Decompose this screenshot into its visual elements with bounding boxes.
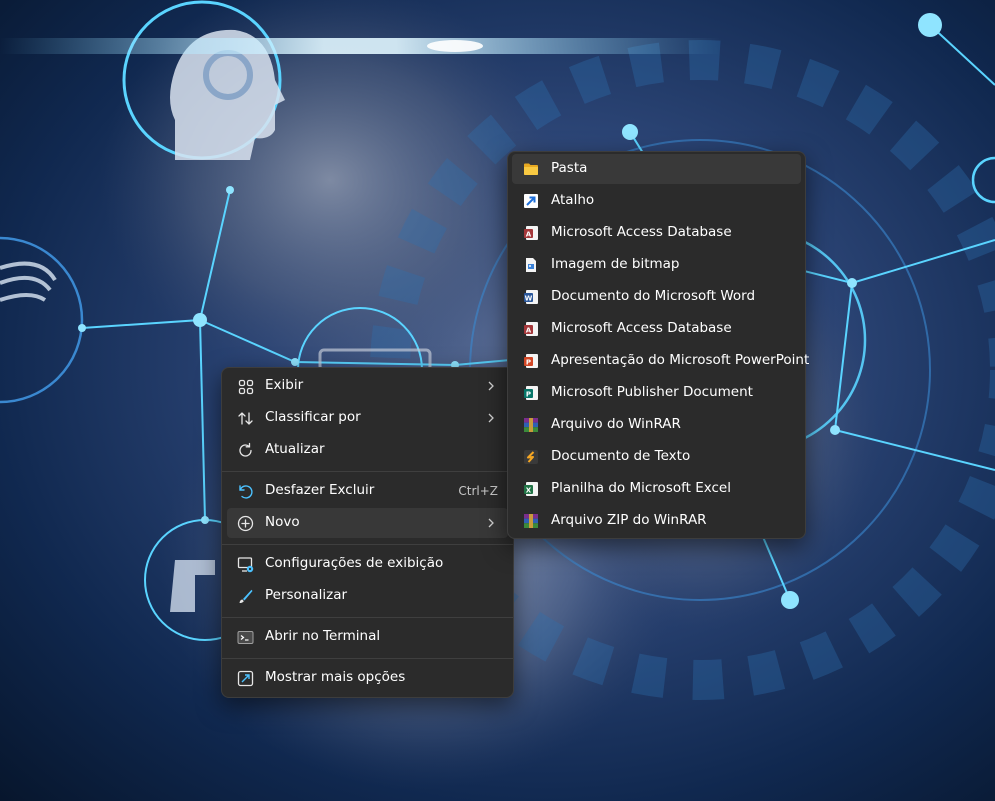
powerpoint-icon: P <box>524 354 538 368</box>
more-options-icon <box>237 670 254 687</box>
menu-item-label: Exibir <box>265 377 304 393</box>
menu-item-abrir-no-terminal[interactable]: Abrir no Terminal <box>227 622 508 652</box>
svg-text:X: X <box>526 486 532 494</box>
chevron-right-icon <box>488 381 494 391</box>
text-document-icon <box>524 450 538 464</box>
submenu-item-winrar[interactable]: Arquivo do WinRAR <box>512 410 801 440</box>
menu-item-classificar-por[interactable]: Classificar por <box>227 403 508 433</box>
submenu-item-documento-de-texto[interactable]: Documento de Texto <box>512 442 801 472</box>
winrar-icon <box>524 418 538 432</box>
submenu-item-imagem-de-bitmap[interactable]: Imagem de bitmap <box>512 250 801 280</box>
submenu-item-label: Microsoft Access Database <box>551 224 732 240</box>
add-circle-icon <box>237 515 254 532</box>
submenu-item-label: Arquivo do WinRAR <box>551 416 681 432</box>
svg-text:W: W <box>525 294 533 302</box>
word-icon: W <box>524 290 538 304</box>
submenu-item-powerpoint[interactable]: P Apresentação do Microsoft PowerPoint <box>512 346 809 376</box>
submenu-item-label: Microsoft Access Database <box>551 320 732 336</box>
menu-item-label: Abrir no Terminal <box>265 628 381 644</box>
publisher-icon: P <box>524 386 538 400</box>
submenu-item-word[interactable]: W Documento do Microsoft Word <box>512 282 801 312</box>
menu-item-novo[interactable]: Novo <box>227 508 508 538</box>
menu-item-mostrar-mais-opcoes[interactable]: Mostrar mais opções <box>227 663 508 693</box>
chevron-right-icon <box>488 413 494 423</box>
sort-icon <box>237 410 254 427</box>
submenu-item-label: Arquivo ZIP do WinRAR <box>551 512 707 528</box>
submenu-item-publisher[interactable]: P Microsoft Publisher Document <box>512 378 801 408</box>
shortcut-text: Ctrl+Z <box>458 484 498 498</box>
refresh-icon <box>237 442 254 459</box>
submenu-item-label: Microsoft Publisher Document <box>551 384 753 400</box>
access-icon: A <box>524 322 538 336</box>
excel-icon: X <box>524 482 538 496</box>
menu-separator <box>222 658 513 659</box>
svg-text:P: P <box>526 390 531 398</box>
submenu-item-label: Atalho <box>551 192 595 208</box>
winrar-zip-icon <box>524 514 538 528</box>
access-icon: A <box>524 226 538 240</box>
display-settings-icon <box>237 556 254 573</box>
menu-item-label: Atualizar <box>265 441 325 457</box>
folder-icon <box>524 163 538 175</box>
menu-item-personalizar[interactable]: Personalizar <box>227 581 508 611</box>
menu-item-desfazer-excluir[interactable]: Desfazer Excluir Ctrl+Z <box>227 476 508 506</box>
menu-item-label: Classificar por <box>265 409 361 425</box>
menu-separator <box>222 544 513 545</box>
svg-text:A: A <box>526 230 532 238</box>
submenu-item-atalho[interactable]: Atalho <box>512 186 801 216</box>
submenu-item-label: Documento do Microsoft Word <box>551 288 756 304</box>
menu-item-exibir[interactable]: Exibir <box>227 371 508 401</box>
svg-text:A: A <box>526 326 532 334</box>
shortcut-icon <box>524 194 538 208</box>
menu-separator <box>222 471 513 472</box>
desktop-context-menu: Exibir Classificar por Atualizar Desfaze… <box>221 367 514 698</box>
menu-item-label: Personalizar <box>265 587 348 603</box>
submenu-item-access-database-2[interactable]: A Microsoft Access Database <box>512 314 801 344</box>
menu-item-atualizar[interactable]: Atualizar <box>227 435 508 465</box>
svg-text:P: P <box>526 358 531 366</box>
grid-view-icon <box>237 378 254 395</box>
menu-item-label: Mostrar mais opções <box>265 669 406 685</box>
submenu-item-excel[interactable]: X Planilha do Microsoft Excel <box>512 474 801 504</box>
submenu-item-access-database[interactable]: A Microsoft Access Database <box>512 218 801 248</box>
menu-separator <box>222 617 513 618</box>
bitmap-icon <box>526 258 536 272</box>
terminal-icon <box>237 629 254 646</box>
submenu-item-label: Documento de Texto <box>551 448 691 464</box>
submenu-item-label: Imagem de bitmap <box>551 256 680 272</box>
new-submenu: Pasta Atalho A Microsoft Access Database… <box>507 151 809 539</box>
menu-item-label: Novo <box>265 514 300 530</box>
undo-icon <box>237 483 254 500</box>
submenu-item-winrar-zip[interactable]: Arquivo ZIP do WinRAR <box>512 506 801 536</box>
brush-icon <box>237 588 254 605</box>
submenu-item-label: Planilha do Microsoft Excel <box>551 480 731 496</box>
submenu-item-pasta[interactable]: Pasta <box>512 154 801 184</box>
menu-item-label: Configurações de exibição <box>265 555 444 571</box>
menu-item-configuracoes-de-exibicao[interactable]: Configurações de exibição <box>227 549 508 579</box>
submenu-item-label: Apresentação do Microsoft PowerPoint <box>551 352 810 368</box>
chevron-right-icon <box>488 518 494 528</box>
menu-item-label: Desfazer Excluir <box>265 482 375 498</box>
submenu-item-label: Pasta <box>551 160 588 176</box>
